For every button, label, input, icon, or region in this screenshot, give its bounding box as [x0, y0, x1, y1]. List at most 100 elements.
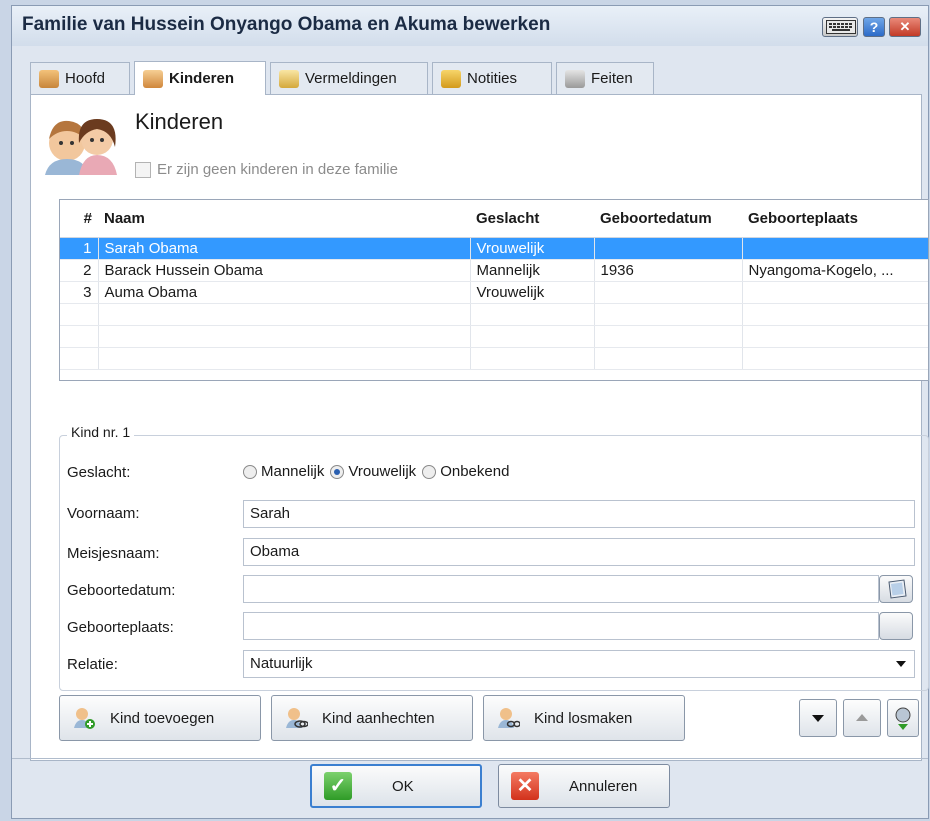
footer-divider — [12, 758, 928, 759]
cell-gender: Vrouwelijk — [470, 281, 595, 304]
relation-select[interactable]: Natuurlijk — [243, 650, 915, 678]
facts-icon — [565, 69, 585, 88]
cell-birthplace: Nyangoma-Kogelo, ... — [742, 259, 928, 282]
col-header-num[interactable]: # — [60, 200, 98, 238]
table-row[interactable]: 2 Barack Hussein Obama Mannelijk 1936 Ny… — [60, 259, 928, 282]
birthplace-label: Geboorteplaats: — [67, 619, 174, 636]
tab-label: Kinderen — [169, 70, 235, 87]
person-arrow-icon — [895, 707, 911, 730]
child-groupbox-legend: Kind nr. 1 — [67, 424, 135, 440]
cell-name: Sarah Obama — [98, 237, 471, 260]
cell-name: Auma Obama — [98, 281, 471, 304]
empty-row — [60, 303, 928, 326]
no-children-label: Er zijn geen kinderen in deze familie — [157, 161, 398, 178]
cancel-label: Annuleren — [569, 777, 638, 795]
radio-label: Vrouwelijk — [348, 463, 417, 480]
detach-child-label: Kind losmaken — [534, 709, 633, 727]
maidenname-label: Meisjesnaam: — [67, 545, 160, 562]
cell-name: Barack Hussein Obama — [98, 259, 471, 282]
radio-circle[interactable] — [330, 464, 345, 479]
no-children-checkbox[interactable]: Er zijn geen kinderen in deze familie — [135, 161, 398, 178]
cell-gender: Vrouwelijk — [470, 237, 595, 260]
gender-label: Geslacht: — [67, 464, 131, 481]
keyboard-icon — [826, 20, 856, 34]
maidenname-field[interactable]: Obama — [243, 538, 915, 566]
close-button[interactable]: ✕ — [889, 17, 921, 37]
cancel-button[interactable]: ✕ Annuleren — [498, 764, 670, 808]
tab-vermeldingen[interactable]: Vermeldingen — [270, 62, 428, 94]
table-row[interactable]: 3 Auma Obama Vrouwelijk — [60, 281, 928, 304]
birthplace-field[interactable] — [243, 612, 879, 640]
cell-num: 3 — [60, 281, 99, 304]
col-header-birthplace[interactable]: Geboorteplaats — [742, 200, 928, 238]
arrow-down-icon — [812, 715, 824, 722]
help-button[interactable]: ? — [863, 17, 885, 37]
cell-birthdate — [594, 237, 743, 260]
place-picker-button[interactable] — [879, 612, 913, 640]
goto-person-button[interactable] — [887, 699, 919, 737]
close-icon: ✕ — [511, 772, 539, 800]
gender-female-radio[interactable]: Vrouwelijk — [330, 463, 416, 480]
notes-icon — [441, 69, 461, 88]
children-icon — [143, 69, 163, 88]
tab-notities[interactable]: Notities — [432, 62, 552, 94]
check-icon: ✓ — [324, 772, 352, 800]
radio-circle[interactable] — [422, 464, 437, 479]
firstname-field[interactable]: Sarah — [243, 500, 915, 528]
radio-circle[interactable] — [243, 464, 257, 479]
window-title: Familie van Hussein Onyango Obama en Aku… — [22, 14, 551, 35]
birthdate-field[interactable] — [243, 575, 879, 603]
dialog-window: Familie van Hussein Onyango Obama en Aku… — [11, 5, 929, 819]
table-header-row: # Naam Geslacht Geboortedatum Geboortepl… — [60, 200, 928, 238]
cell-gender: Mannelijk — [470, 259, 595, 282]
gender-male-radio[interactable]: Mannelijk — [243, 463, 324, 480]
cell-num: 1 — [60, 237, 99, 260]
tab-label: Feiten — [591, 70, 633, 87]
citation-icon — [279, 69, 299, 88]
ok-button[interactable]: ✓ OK — [310, 764, 482, 808]
family-icon — [39, 69, 59, 88]
move-down-button[interactable] — [799, 699, 837, 737]
children-table[interactable]: # Naam Geslacht Geboortedatum Geboortepl… — [59, 199, 929, 381]
calendar-button[interactable] — [879, 575, 913, 603]
tab-label: Hoofd — [65, 70, 106, 87]
move-up-button[interactable] — [843, 699, 881, 737]
attach-child-button[interactable]: Kind aanhechten — [271, 695, 473, 741]
table-row[interactable]: 1 Sarah Obama Vrouwelijk — [60, 237, 928, 260]
gender-radio-group: Mannelijk Vrouwelijk Onbekend — [243, 463, 515, 480]
gender-unknown-radio[interactable]: Onbekend — [422, 463, 509, 480]
children-icon — [45, 119, 117, 175]
attach-child-label: Kind aanhechten — [322, 709, 435, 727]
detach-child-button[interactable]: Kind losmaken — [483, 695, 685, 741]
checkbox-box[interactable] — [135, 161, 151, 178]
section-title: Kinderen — [135, 109, 224, 134]
cell-birthdate: 1936 — [594, 259, 743, 282]
tab-label: Notities — [467, 70, 518, 87]
add-child-icon — [72, 706, 96, 730]
keyboard-button[interactable] — [822, 17, 858, 37]
chevron-down-icon — [896, 661, 906, 667]
tab-kinderen[interactable]: Kinderen — [134, 61, 266, 95]
tab-hoofd[interactable]: Hoofd — [30, 62, 130, 94]
relation-label: Relatie: — [67, 656, 118, 673]
relation-value: Natuurlijk — [250, 655, 313, 672]
ok-label: OK — [392, 777, 414, 795]
add-child-button[interactable]: Kind toevoegen — [59, 695, 261, 741]
cell-birthplace — [742, 237, 928, 260]
col-header-name[interactable]: Naam — [98, 200, 470, 238]
cell-num: 2 — [60, 259, 99, 282]
attach-child-icon — [284, 706, 309, 730]
radio-label: Onbekend — [440, 463, 510, 480]
cell-birthplace — [742, 281, 928, 304]
empty-row — [60, 325, 928, 348]
tab-feiten[interactable]: Feiten — [556, 62, 654, 94]
radio-label: Mannelijk — [261, 463, 325, 480]
col-header-birthdate[interactable]: Geboortedatum — [594, 200, 742, 238]
add-child-label: Kind toevoegen — [110, 709, 215, 727]
col-header-gender[interactable]: Geslacht — [470, 200, 594, 238]
detach-child-icon — [496, 706, 521, 730]
children-panel: Kinderen Er zijn geen kinderen in deze f… — [30, 94, 929, 761]
title-bar[interactable]: Familie van Hussein Onyango Obama en Aku… — [12, 6, 928, 46]
empty-row — [60, 347, 928, 370]
cell-birthdate — [594, 281, 743, 304]
